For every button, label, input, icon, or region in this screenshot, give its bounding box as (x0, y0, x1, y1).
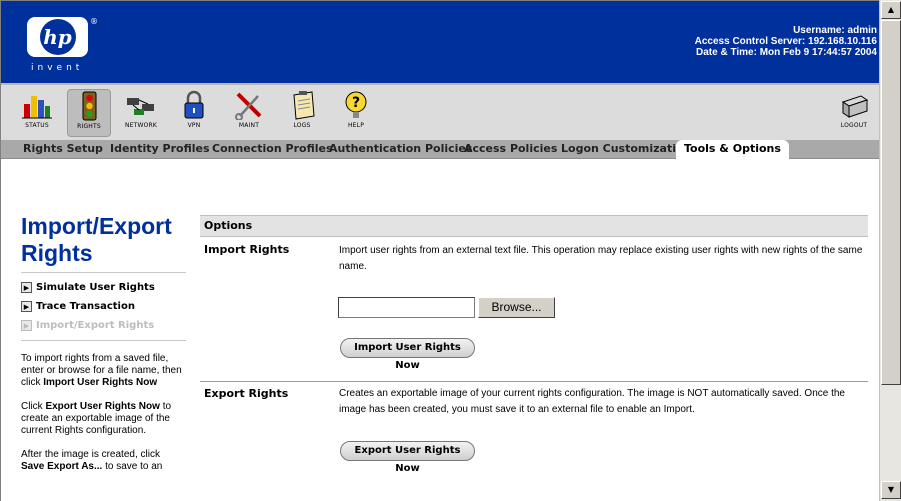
toolbar-rights-button[interactable]: RIGHTS (67, 89, 111, 137)
import-rights-description: Import user rights from an external text… (339, 245, 863, 272)
tab-authentication-policies[interactable]: Authentication Policies (325, 140, 476, 159)
options-header: Options (200, 215, 868, 237)
toolbar-rights-label: RIGHTS (77, 123, 101, 130)
arrow-right-icon: ▶ (21, 320, 32, 331)
sidebar-link-label: Import/Export Rights (36, 320, 155, 331)
toolbar-network-button[interactable]: NETWORK (119, 89, 163, 137)
datetime-row: Date & Time: Mon Feb 9 17:44:57 2004 (695, 47, 877, 58)
arrow-down-icon: ▼ (887, 485, 895, 494)
tab-tools-options[interactable]: Tools & Options (676, 140, 789, 159)
scrollbar-thumb[interactable] (881, 20, 901, 385)
help-text-bold: Export User Rights Now (45, 401, 160, 412)
scroll-down-button[interactable]: ▼ (881, 481, 901, 499)
help-text-bold: Import User Rights Now (43, 377, 158, 388)
server-label: Access Control Server: (694, 36, 806, 47)
clipboard-icon (293, 91, 315, 120)
datetime-value: Mon Feb 9 17:44:57 2004 (759, 47, 877, 58)
toolbar-network-label: NETWORK (124, 122, 158, 129)
export-rights-description: Creates an exportable image of your curr… (339, 388, 845, 415)
sidebar-link-label: Trace Transaction (36, 301, 135, 312)
sidebar-link-trace-transaction[interactable]: ▶ Trace Transaction (21, 297, 186, 316)
padlock-icon (184, 90, 204, 119)
toolbar-help-label: HELP (347, 122, 365, 129)
tab-rights-setup[interactable]: Rights Setup (19, 140, 107, 159)
username-label: Username: (793, 25, 845, 36)
datetime-label: Date & Time: (695, 47, 757, 58)
toolbar-vpn-label: VPN (187, 122, 201, 129)
sidebar-divider (21, 340, 186, 341)
import-user-rights-now-button[interactable]: Import User Rights Now (340, 338, 475, 371)
arrow-up-icon: ▲ (887, 5, 895, 14)
left-sidebar: Import/Export Rights ▶ Simulate User Righ… (21, 213, 186, 473)
page-title-line2: Rights (21, 240, 93, 266)
browse-button[interactable]: Browse... (478, 297, 555, 318)
page-title-line1: Import/Export (21, 213, 172, 239)
scroll-up-button[interactable]: ▲ (881, 1, 901, 19)
registered-mark: ® (90, 17, 98, 26)
svg-text:?: ? (352, 95, 360, 111)
sidebar-link-import-export-rights: ▶ Import/Export Rights (21, 316, 186, 335)
export-rights-label: Export Rights (204, 387, 289, 400)
traffic-light-icon (82, 91, 97, 121)
status-chart-icon (22, 96, 52, 119)
sidebar-divider (21, 272, 186, 273)
network-icon (127, 98, 154, 115)
arrow-right-icon: ▶ (21, 301, 32, 312)
help-question-icon: ? (345, 91, 367, 118)
export-user-rights-now-button[interactable]: Export User Rights Now (340, 441, 475, 474)
username-row: Username: admin (695, 25, 877, 36)
section-divider (200, 381, 868, 382)
wrench-screwdriver-icon (235, 92, 262, 120)
help-text-import: To import rights from a saved file, ente… (21, 353, 186, 389)
main-toolbar: STATUS RIGHTS NETWORK VPN MAINT LOGS ? H… (1, 83, 879, 140)
import-rights-label: Import Rights (204, 243, 290, 256)
toolbar-logs-label: LOGS (293, 122, 311, 129)
toolbar-logs-button[interactable]: LOGS (280, 89, 324, 137)
tab-bar: Rights Setup Identity Profiles Connectio… (1, 140, 879, 159)
help-text-export: Click Export User Rights Now to create a… (21, 401, 186, 437)
server-row: Access Control Server: 192.168.10.116 (695, 36, 877, 47)
toolbar-logout-button[interactable]: LOGOUT (832, 89, 876, 137)
logout-server-icon (841, 95, 869, 118)
toolbar-maint-button[interactable]: MAINT (227, 89, 271, 137)
arrow-right-icon: ▶ (21, 282, 32, 293)
toolbar-maint-label: MAINT (238, 122, 260, 129)
import-file-input[interactable] (338, 297, 475, 318)
help-text-save: After the image is created, click Save E… (21, 449, 186, 473)
tab-access-policies[interactable]: Access Policies (460, 140, 561, 159)
toolbar-status-button[interactable]: STATUS (15, 89, 59, 137)
tab-connection-profiles[interactable]: Connection Profiles (208, 140, 337, 159)
server-value: 192.168.10.116 (808, 36, 877, 47)
vertical-scrollbar[interactable]: ▲ ▼ (879, 0, 901, 501)
toolbar-status-label: STATUS (25, 122, 49, 129)
page-title: Import/Export Rights (21, 213, 186, 267)
username-value: admin (847, 25, 877, 36)
hp-logo-mark: hp (39, 19, 76, 55)
tab-identity-profiles[interactable]: Identity Profiles (106, 140, 214, 159)
sidebar-link-simulate-user-rights[interactable]: ▶ Simulate User Rights (21, 278, 186, 297)
hp-logo: hp (27, 17, 88, 57)
help-text: After the image is created, click (21, 449, 160, 460)
header-banner: hp ® invent Username: admin Access Contr… (1, 1, 879, 83)
help-text: Click (21, 401, 46, 412)
help-text-bold: Save Export As... (21, 461, 103, 472)
tab-logon-customization[interactable]: Logon Customization (557, 140, 695, 159)
toolbar-vpn-button[interactable]: VPN (172, 89, 216, 137)
browser-viewport: hp ® invent Username: admin Access Contr… (0, 0, 879, 501)
sidebar-link-label: Simulate User Rights (36, 282, 155, 293)
help-text: to save to an (102, 461, 163, 472)
session-info: Username: admin Access Control Server: 1… (695, 25, 877, 58)
toolbar-help-button[interactable]: ? HELP (334, 89, 378, 137)
logo-tagline: invent (31, 63, 84, 73)
toolbar-logout-label: LOGOUT (840, 122, 868, 129)
